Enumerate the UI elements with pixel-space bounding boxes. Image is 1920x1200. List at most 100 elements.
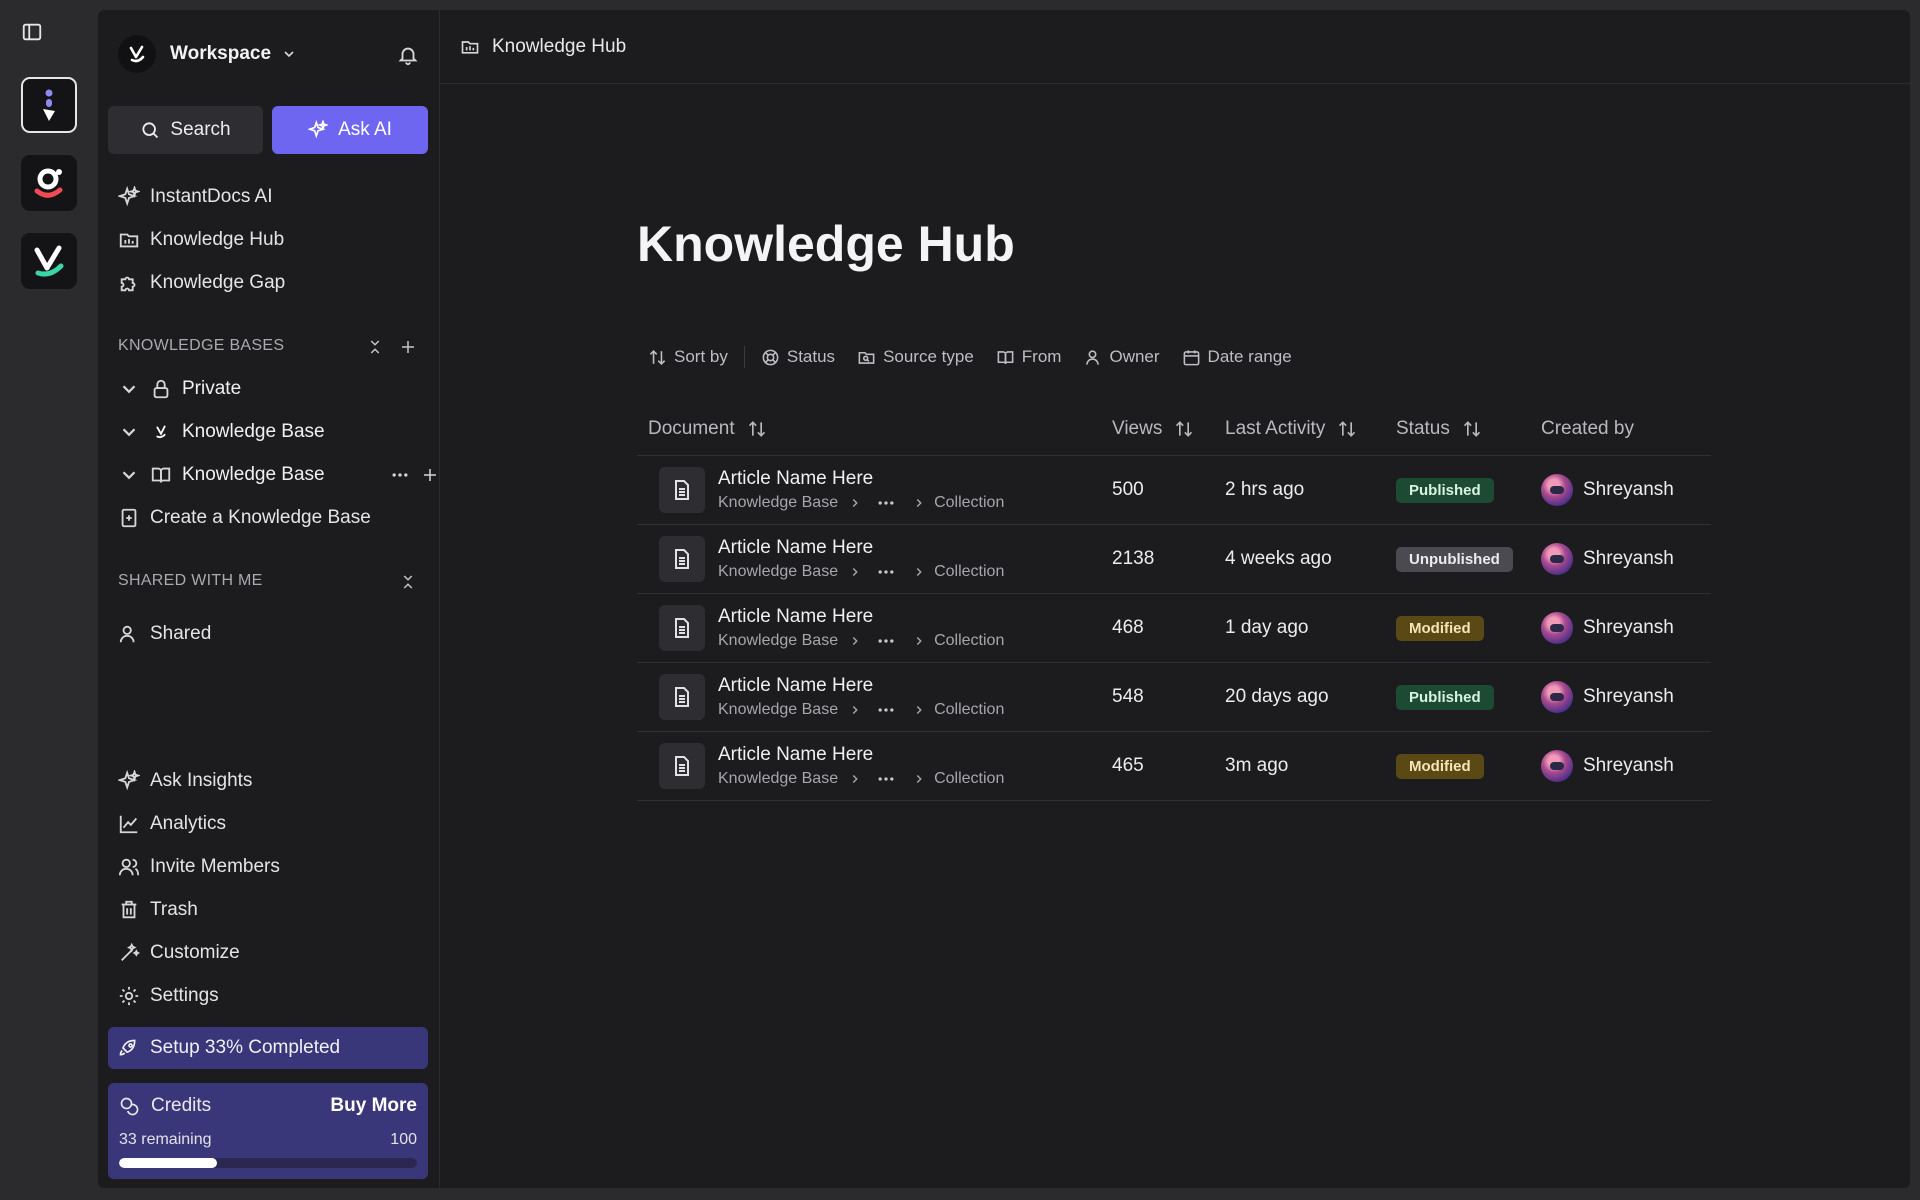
kb-label: Knowledge Base	[182, 421, 325, 442]
sidebar-toggle-icon[interactable]	[21, 21, 43, 43]
filter-label: Sort by	[674, 347, 728, 366]
collapse-icon[interactable]	[399, 573, 417, 591]
ellipsis-icon[interactable]	[876, 703, 896, 717]
column-views[interactable]: Views	[1112, 418, 1225, 440]
create-knowledge-base[interactable]: Create a Knowledge Base	[118, 503, 371, 533]
bell-icon[interactable]	[397, 44, 419, 66]
sort-icon[interactable]	[747, 419, 767, 439]
filter-sort-by[interactable]: Sort by	[648, 347, 728, 367]
filter-label: Source type	[883, 347, 974, 366]
credits-progress-fill	[119, 1158, 218, 1168]
sort-icon[interactable]	[1337, 419, 1357, 439]
nav-knowledge-hub[interactable]: Knowledge Hub	[118, 225, 284, 255]
chevron-right-icon	[912, 496, 926, 510]
creator-name: Shreyansh	[1583, 617, 1674, 638]
lock-icon	[150, 378, 172, 400]
book-icon	[150, 464, 172, 486]
path-kb[interactable]: Knowledge Base	[718, 563, 838, 581]
path-kb[interactable]: Knowledge Base	[718, 494, 838, 512]
path-kb[interactable]: Knowledge Base	[718, 701, 838, 719]
ellipsis-icon[interactable]	[876, 496, 896, 510]
search-button[interactable]: Search	[108, 106, 263, 154]
topbar: Knowledge Hub	[440, 10, 1910, 84]
chevron-down-icon[interactable]	[118, 378, 140, 400]
filter-from[interactable]: From	[996, 347, 1061, 367]
path-collection[interactable]: Collection	[934, 632, 1004, 650]
nav-shared[interactable]: Shared	[118, 619, 211, 649]
breadcrumb[interactable]: Knowledge Hub	[492, 36, 626, 58]
document-path: Knowledge Base Collection	[718, 770, 1004, 788]
workspace-logo-icon	[118, 35, 156, 73]
nav-settings[interactable]: Settings	[118, 981, 219, 1011]
search-button-label: Search	[170, 119, 231, 140]
setup-progress-button[interactable]: Setup 33% Completed	[108, 1027, 428, 1069]
kb-item-knowledge-base-2[interactable]: Knowledge Base	[118, 460, 436, 490]
document-title[interactable]: Article Name Here	[718, 537, 1004, 559]
nav-invite-members[interactable]: Invite Members	[118, 852, 280, 882]
table-row[interactable]: Article Name Here Knowledge Base Collect…	[637, 456, 1711, 525]
path-kb[interactable]: Knowledge Base	[718, 770, 838, 788]
workspace-name: Workspace	[170, 43, 272, 64]
column-label: Status	[1396, 417, 1450, 439]
lifebuoy-icon	[761, 348, 780, 367]
sidebar: Workspace Search Ask AI InstantDocs AI K…	[98, 10, 440, 1188]
column-status[interactable]: Status	[1396, 418, 1541, 440]
filter-owner[interactable]: Owner	[1083, 347, 1160, 367]
ellipsis-icon[interactable]	[876, 772, 896, 786]
workspace-switcher[interactable]: Workspace	[118, 34, 419, 74]
nav-trash[interactable]: Trash	[118, 895, 198, 925]
column-document[interactable]: Document	[637, 418, 1112, 440]
nav-analytics[interactable]: Analytics	[118, 809, 226, 839]
chevron-down-icon[interactable]	[118, 421, 140, 443]
add-knowledge-base-icon[interactable]	[399, 338, 417, 356]
document-title[interactable]: Article Name Here	[718, 468, 1004, 490]
path-collection[interactable]: Collection	[934, 701, 1004, 719]
path-collection[interactable]: Collection	[934, 494, 1004, 512]
path-collection[interactable]: Collection	[934, 770, 1004, 788]
more-dots-icon[interactable]	[390, 465, 410, 485]
nav-label: Settings	[150, 985, 219, 1006]
nav-instantdocs-ai[interactable]: InstantDocs AI	[118, 182, 273, 212]
chevron-right-icon	[912, 634, 926, 648]
app-g-icon[interactable]	[21, 155, 77, 211]
nav-ask-insights[interactable]: Ask Insights	[118, 766, 252, 796]
chart-line-icon	[118, 813, 140, 835]
kb-item-knowledge-base-1[interactable]: Knowledge Base	[118, 417, 429, 447]
kb-item-private[interactable]: Private	[118, 374, 429, 404]
filter-label: Owner	[1109, 347, 1160, 366]
search-icon	[140, 120, 160, 140]
table-row[interactable]: Article Name Here Knowledge Base Collect…	[637, 594, 1711, 663]
collapse-all-icon[interactable]	[366, 338, 384, 356]
ellipsis-icon[interactable]	[876, 634, 896, 648]
app-v-icon[interactable]	[21, 233, 77, 289]
document-title[interactable]: Article Name Here	[718, 606, 1004, 628]
filter-source-type[interactable]: Source type	[857, 347, 974, 367]
path-kb[interactable]: Knowledge Base	[718, 632, 838, 650]
chevron-down-icon[interactable]	[118, 464, 140, 486]
ellipsis-icon[interactable]	[876, 565, 896, 579]
table-row[interactable]: Article Name Here Knowledge Base Collect…	[637, 663, 1711, 732]
document-title[interactable]: Article Name Here	[718, 675, 1004, 697]
sort-icon[interactable]	[1174, 419, 1194, 439]
document-icon	[659, 743, 705, 789]
path-collection[interactable]: Collection	[934, 563, 1004, 581]
add-icon[interactable]	[421, 466, 439, 484]
nav-label: InstantDocs AI	[150, 186, 273, 207]
table-row[interactable]: Article Name Here Knowledge Base Collect…	[637, 732, 1711, 801]
filter-status[interactable]: Status	[761, 347, 835, 367]
buy-more-button[interactable]: Buy More	[330, 1095, 417, 1117]
last-activity-value: 3m ago	[1225, 755, 1289, 776]
column-last-activity[interactable]: Last Activity	[1225, 418, 1396, 440]
table-row[interactable]: Article Name Here Knowledge Base Collect…	[637, 525, 1711, 594]
nav-knowledge-gap[interactable]: Knowledge Gap	[118, 268, 285, 298]
document-title[interactable]: Article Name Here	[718, 744, 1004, 766]
status-badge: Modified	[1396, 615, 1484, 641]
ask-ai-button[interactable]: Ask AI	[272, 106, 428, 154]
chevron-right-icon	[912, 703, 926, 717]
app-instantdocs-icon[interactable]	[21, 77, 77, 133]
sort-icon[interactable]	[1462, 419, 1482, 439]
nav-label: Knowledge Gap	[150, 272, 286, 293]
filter-date-range[interactable]: Date range	[1182, 347, 1292, 367]
chevron-right-icon	[848, 634, 862, 648]
nav-customize[interactable]: Customize	[118, 938, 240, 968]
